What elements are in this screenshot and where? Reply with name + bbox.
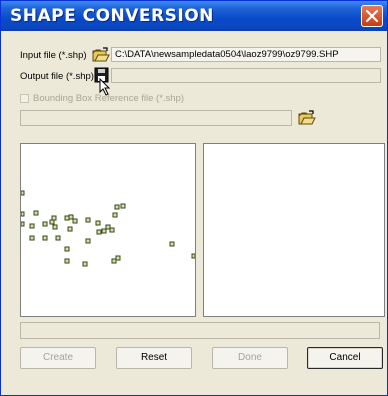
open-folder-icon bbox=[298, 110, 316, 125]
shape-point bbox=[20, 211, 25, 217]
input-file-label: Input file (*.shp) bbox=[20, 50, 87, 61]
shape-point bbox=[120, 203, 126, 209]
reset-button[interactable]: Reset bbox=[116, 347, 192, 369]
input-file-field[interactable]: C:\DATA\newsampledata0504\laoz9799\oz979… bbox=[111, 47, 381, 62]
cancel-button[interactable]: Cancel bbox=[307, 347, 383, 369]
close-icon bbox=[365, 9, 379, 23]
shape-point bbox=[64, 246, 70, 252]
shape-point bbox=[29, 235, 35, 241]
input-browse-button[interactable] bbox=[92, 47, 110, 63]
shape-point bbox=[111, 258, 117, 264]
shape-point bbox=[115, 255, 121, 261]
shape-point bbox=[20, 221, 25, 227]
bbox-file-field[interactable] bbox=[20, 110, 292, 126]
shape-point bbox=[72, 218, 78, 224]
shape-point bbox=[42, 235, 48, 241]
window-title: SHAPE CONVERSION bbox=[10, 6, 214, 26]
output-file-label: Output file (*.shp) bbox=[20, 71, 94, 82]
shape-point bbox=[64, 258, 70, 264]
shape-point bbox=[52, 224, 58, 230]
shape-point bbox=[49, 219, 55, 225]
shape-point bbox=[55, 235, 61, 241]
bbox-browse-button[interactable] bbox=[298, 110, 316, 126]
shape-point bbox=[85, 238, 91, 244]
shape-point bbox=[29, 223, 35, 229]
shape-point bbox=[33, 210, 39, 216]
shape-point bbox=[169, 241, 175, 247]
open-folder-icon bbox=[92, 47, 110, 62]
shape-point bbox=[85, 217, 91, 223]
shape-point bbox=[109, 227, 115, 233]
output-file-field[interactable] bbox=[111, 68, 381, 83]
shape-point bbox=[67, 226, 73, 232]
dialog-window: SHAPE CONVERSION Input file (*.shp) C:\D… bbox=[0, 0, 388, 396]
shape-point bbox=[95, 220, 101, 226]
shape-point bbox=[82, 261, 88, 267]
done-button[interactable]: Done bbox=[212, 347, 288, 369]
shape-point bbox=[101, 228, 107, 234]
bbox-checkbox[interactable] bbox=[20, 94, 29, 103]
shape-point bbox=[64, 215, 70, 221]
close-button[interactable] bbox=[361, 5, 383, 27]
shape-point bbox=[112, 212, 118, 218]
title-bar[interactable]: SHAPE CONVERSION bbox=[1, 1, 387, 31]
shape-point bbox=[68, 214, 74, 220]
create-button[interactable]: Create bbox=[20, 347, 96, 369]
progress-bar bbox=[20, 322, 380, 339]
shape-point bbox=[20, 190, 25, 196]
shape-point bbox=[42, 221, 48, 227]
shape-point bbox=[191, 253, 196, 259]
shape-point bbox=[114, 204, 120, 210]
input-shape-points bbox=[20, 190, 196, 267]
shape-point bbox=[96, 229, 102, 235]
output-preview-panel bbox=[203, 143, 385, 317]
bbox-label: Bounding Box Reference file (*.shp) bbox=[33, 93, 185, 104]
shape-point bbox=[51, 215, 57, 221]
shape-point bbox=[105, 224, 111, 230]
input-preview-panel bbox=[20, 143, 196, 317]
